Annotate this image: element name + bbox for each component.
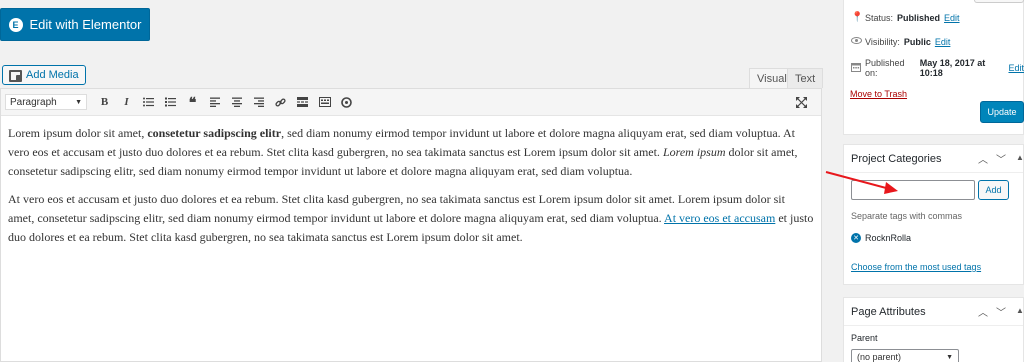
- chevron-down-icon: ▼: [946, 353, 953, 361]
- visibility-edit-link[interactable]: Edit: [935, 37, 951, 47]
- content-editor[interactable]: Paragraph ▼ B I ❝ Lorem ipsum dolor sit …: [0, 88, 822, 362]
- published-on-row: Published on: May 18, 2017 at 10:18 Edit: [851, 58, 1024, 78]
- visibility-row: Visibility: Public Edit: [851, 36, 950, 47]
- eye-icon: [851, 36, 862, 47]
- editor-toolbar: Paragraph ▼ B I ❝: [1, 89, 821, 116]
- collapse-toggle-icon[interactable]: ▲: [1016, 306, 1024, 315]
- editor-content[interactable]: Lorem ipsum dolor sit amet, consetetur s…: [1, 116, 821, 264]
- paragraph-2: At vero eos et accusam et justo duo dolo…: [8, 192, 814, 244]
- paragraph-1: Lorem ipsum dolor sit amet, consetetur s…: [8, 126, 798, 178]
- status-row: 📍 Status: Published Edit: [851, 12, 960, 23]
- status-edit-link[interactable]: Edit: [944, 13, 960, 23]
- most-used-tags-link[interactable]: Choose from the most used tags: [851, 262, 981, 272]
- edit-with-elementor-button[interactable]: E Edit with Elementor: [0, 8, 150, 41]
- bullet-list-icon[interactable]: [139, 93, 158, 112]
- chevron-up-icon[interactable]: ︿: [978, 151, 988, 166]
- blockquote-icon[interactable]: ❝: [183, 93, 202, 112]
- parent-label: Parent: [851, 333, 878, 343]
- annotation-arrow: [825, 171, 898, 194]
- collapse-toggle-icon[interactable]: ▲: [1016, 153, 1024, 162]
- remove-tag-icon[interactable]: ✕: [851, 233, 861, 243]
- update-button[interactable]: Update: [980, 101, 1024, 123]
- page-attributes-title: Page Attributes: [851, 305, 926, 318]
- published-edit-link[interactable]: Edit: [1008, 63, 1024, 73]
- link-icon[interactable]: [271, 93, 290, 112]
- calendar-icon: [851, 62, 861, 75]
- page-attributes-header[interactable]: Page Attributes ︿ ﹀ ▲: [844, 298, 1024, 326]
- pin-icon: 📍: [851, 12, 864, 23]
- add-media-label: Add Media: [26, 69, 79, 81]
- elementor-icon: E: [8, 17, 23, 32]
- toolbar-toggle-icon[interactable]: [315, 93, 334, 112]
- preview-button-edge[interactable]: [974, 0, 1024, 3]
- chevron-down-icon: ▼: [75, 98, 82, 106]
- align-center-icon[interactable]: [227, 93, 246, 112]
- move-to-trash-link[interactable]: Move to Trash: [850, 89, 907, 99]
- chevron-up-icon[interactable]: ︿: [978, 304, 988, 319]
- tag-hint: Separate tags with commas: [851, 211, 963, 221]
- numbered-list-icon[interactable]: [161, 93, 180, 112]
- chevron-down-icon[interactable]: ﹀: [996, 151, 1006, 166]
- tag-item: ✕ RocknRolla: [851, 233, 911, 243]
- read-more-icon[interactable]: [293, 93, 312, 112]
- tab-text[interactable]: Text: [787, 68, 824, 88]
- elementor-label: Edit with Elementor: [29, 17, 142, 32]
- wordpress-icon[interactable]: [337, 93, 356, 112]
- format-select[interactable]: Paragraph ▼: [5, 94, 87, 110]
- add-tag-button[interactable]: Add: [978, 180, 1009, 200]
- chevron-down-icon[interactable]: ﹀: [996, 304, 1006, 319]
- fullscreen-icon[interactable]: [792, 93, 811, 112]
- align-right-icon[interactable]: [249, 93, 268, 112]
- media-icon: [9, 69, 22, 82]
- content-link[interactable]: At vero eos et accusam: [664, 211, 775, 225]
- format-value: Paragraph: [10, 96, 57, 108]
- align-left-icon[interactable]: [205, 93, 224, 112]
- add-media-button[interactable]: Add Media: [2, 65, 86, 85]
- parent-select[interactable]: (no parent) ▼: [851, 349, 959, 362]
- tag-label: RocknRolla: [865, 233, 912, 243]
- italic-icon[interactable]: I: [117, 93, 136, 112]
- bold-icon[interactable]: B: [95, 93, 114, 112]
